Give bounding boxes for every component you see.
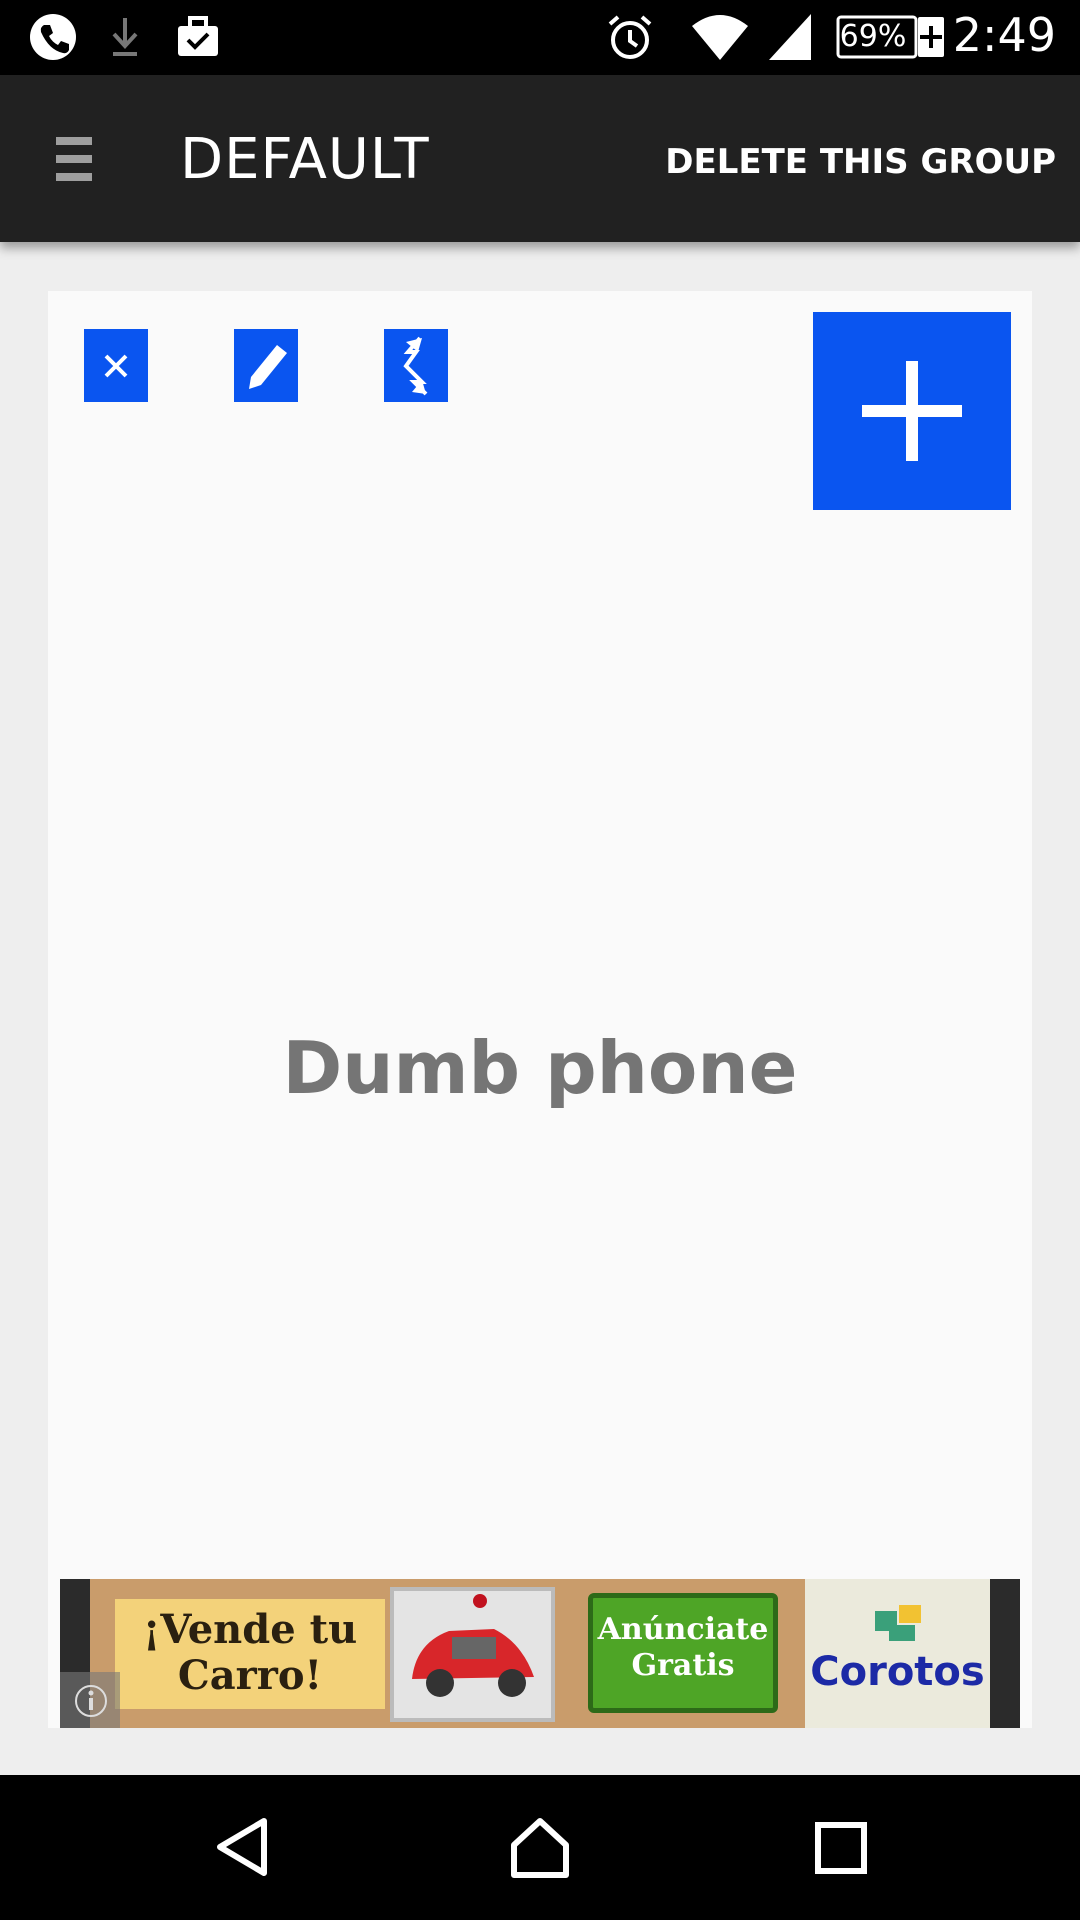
brand-mark-icon [875, 1605, 921, 1641]
group-name: Dumb phone [282, 1026, 798, 1110]
battery-icon: 69% [836, 14, 948, 60]
wifi-icon [692, 15, 748, 60]
pencil-icon [249, 344, 287, 389]
alarm-icon [608, 15, 652, 59]
status-bar: 69% 2:49 [0, 0, 1080, 75]
ad-car-image [390, 1587, 555, 1722]
recents-icon[interactable] [810, 1815, 870, 1879]
briefcase-check-icon [178, 16, 218, 56]
ad-banner[interactable]: ¡Vende tu Carro! Anúnciate Gratis Coroto… [60, 1579, 1020, 1728]
ad-headline: ¡Vende tu Carro! [115, 1599, 385, 1709]
group-card: Dumb phone [48, 291, 1032, 1728]
navigation-bar [0, 1775, 1080, 1920]
phone-icon [30, 14, 76, 60]
battery-percent: 69% [839, 19, 907, 54]
page-title: DEFAULT [180, 127, 430, 192]
ad-brand-name: Corotos [810, 1649, 985, 1695]
ad-cta-button[interactable]: Anúnciate Gratis [588, 1593, 778, 1713]
add-contact-button[interactable] [813, 312, 1011, 510]
info-icon [75, 1685, 107, 1717]
home-icon[interactable] [508, 1815, 572, 1879]
close-icon [104, 354, 128, 377]
plus-icon [862, 361, 962, 461]
download-icon [112, 18, 138, 56]
signal-icon [769, 14, 811, 60]
edit-group-button[interactable] [234, 329, 298, 402]
ad-info-button[interactable] [60, 1672, 120, 1728]
ad-brand-logo: Corotos [805, 1579, 990, 1728]
clock: 2:49 [952, 8, 1056, 62]
remove-group-button[interactable] [84, 329, 148, 402]
app-toolbar: DEFAULT DELETE THIS GROUP [0, 75, 1080, 242]
swap-icon [403, 336, 428, 395]
hamburger-menu-icon[interactable] [56, 137, 92, 183]
back-icon[interactable] [212, 1815, 272, 1879]
delete-group-button[interactable]: DELETE THIS GROUP [665, 142, 1056, 182]
reorder-group-button[interactable] [384, 329, 448, 402]
ad-content[interactable]: ¡Vende tu Carro! Anúnciate Gratis Coroto… [90, 1579, 990, 1728]
